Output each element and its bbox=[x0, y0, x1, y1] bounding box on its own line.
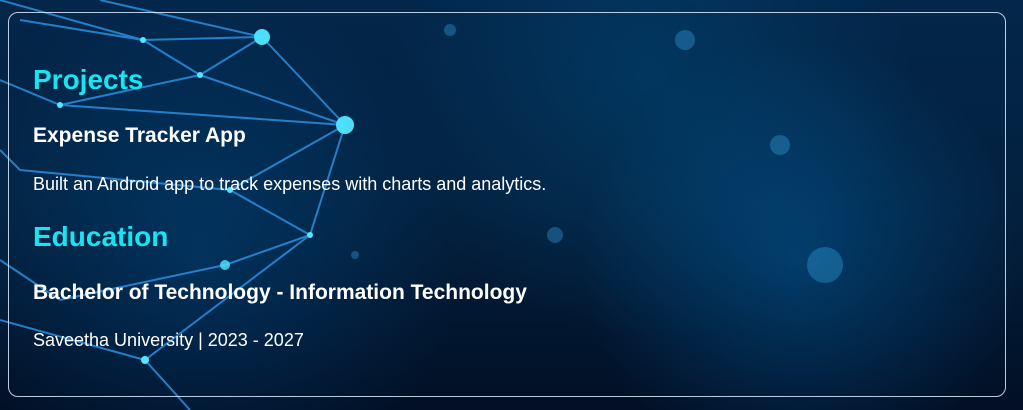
degree-title: Bachelor of Technology - Information Tec… bbox=[33, 281, 527, 304]
education-heading: Education bbox=[33, 221, 169, 252]
education-details: Saveetha University | 2023 - 2027 bbox=[33, 330, 304, 350]
projects-heading: Projects bbox=[33, 64, 144, 95]
project-description: Built an Android app to track expenses w… bbox=[33, 174, 547, 194]
project-title: Expense Tracker App bbox=[33, 124, 246, 147]
